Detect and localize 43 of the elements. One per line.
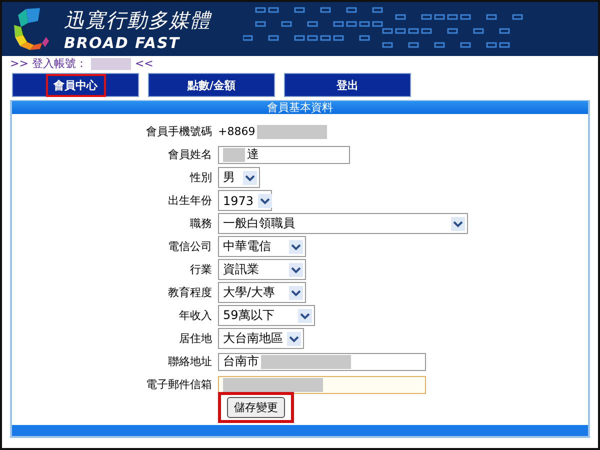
redacted-block [90,58,131,70]
caret-icon [258,194,272,208]
field-label: 電信公司 [167,239,213,254]
field-label: 會員手機號碼 [145,124,213,139]
dropdown[interactable]: 59萬以下 [218,305,315,326]
phone-value: +8869 [218,125,256,138]
field-label: 性別 [188,170,213,185]
login-suffix: << [134,57,154,70]
caret-icon [451,216,465,230]
nav-tab[interactable]: 點數/金額 [148,73,275,97]
input-field[interactable]: 達 [218,146,350,164]
login-label: >> 登入帳號： [10,56,87,71]
save-button[interactable]: 儲存變更 [227,397,285,418]
field-label: 居住地 [178,331,213,346]
dropdown[interactable]: 1973 [218,190,272,211]
caret-icon [289,262,303,276]
dropdown[interactable]: 資訊業 [218,259,306,280]
field-label: 職務 [189,216,213,231]
dropdown[interactable]: 大學/大專 [218,282,306,303]
dropdown[interactable]: 大台南地區 [218,328,304,349]
nav-tab[interactable]: 登出 [284,73,411,97]
caret-icon [243,170,257,184]
brand-name: 迅寬行動多媒體 [64,6,211,34]
input-field[interactable] [218,376,426,394]
field-label: 教育程度 [167,285,213,300]
field-label: 年收入 [178,308,213,323]
field-label: 行業 [189,262,213,277]
field-label: 會員姓名 [167,147,213,162]
input-field[interactable]: 台南市 [218,352,426,370]
caret-icon [287,332,301,346]
dropdown[interactable]: 中華電信 [218,236,306,257]
field-label: 電子郵件信箱 [145,377,213,392]
dropdown[interactable]: 男 [218,167,260,188]
nav-tab[interactable]: 會員中心 [12,73,139,97]
caret-icon [289,240,303,254]
dropdown[interactable]: 一般白領職員 [218,213,468,234]
caret-icon [298,308,312,322]
brand-wordmark: BROAD FAST [64,34,181,52]
field-label: 聯絡地址 [167,354,213,369]
section-title: 會員基本資料 [12,101,588,114]
caret-icon [289,286,303,300]
field-label: 出生年份 [167,193,213,208]
logo-icon [12,7,52,51]
